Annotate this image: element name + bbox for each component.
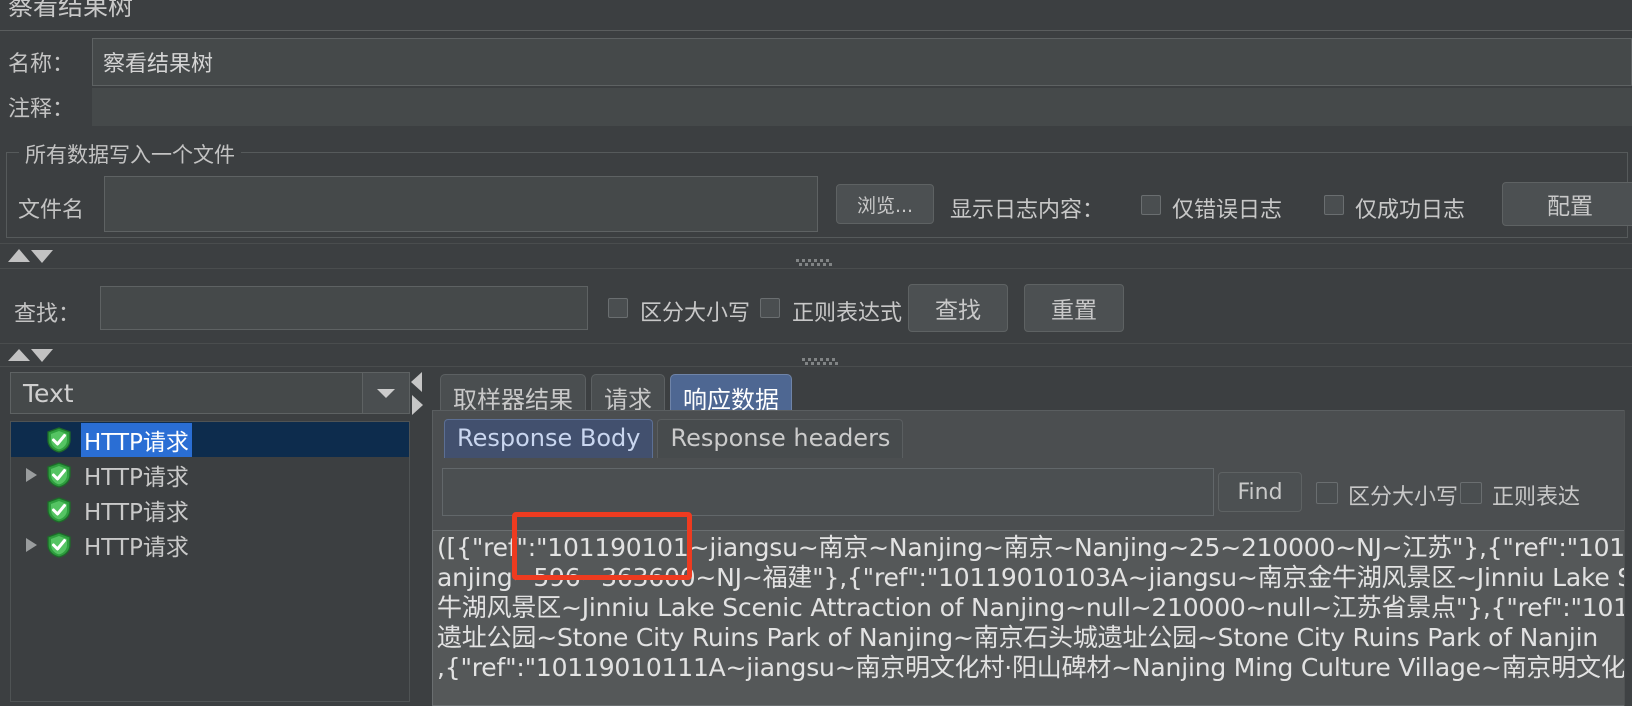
- tree-node-label: HTTP请求: [81, 422, 192, 457]
- tree-node-label: HTTP请求: [84, 534, 189, 561]
- splitter-middle-arrows[interactable]: [6, 346, 54, 364]
- tree-node-label: HTTP请求: [84, 464, 189, 491]
- tab-response-body[interactable]: Response Body: [444, 419, 654, 458]
- page-title: 察看结果树: [0, 0, 1632, 30]
- triangle-right-icon[interactable]: [17, 466, 45, 484]
- response-find-button[interactable]: Find: [1218, 472, 1302, 512]
- response-body-line: anjing~596~363600~NJ~福建"},{"ref":"101190…: [437, 563, 1631, 592]
- find-button[interactable]: 查找: [908, 284, 1008, 332]
- errors-only-label[interactable]: 仅错误日志: [1172, 192, 1282, 224]
- response-scrollbar[interactable]: [1624, 410, 1632, 706]
- response-body-text[interactable]: ([{"ref":"101190101~jiangsu~南京~Nanjing~南…: [432, 530, 1632, 706]
- tree-node-http-request-3[interactable]: HTTP请求: [11, 492, 409, 527]
- green-shield-check-icon: [45, 531, 73, 559]
- green-shield-check-icon: [45, 461, 73, 489]
- tree-node-http-request-1[interactable]: HTTP请求: [11, 422, 409, 457]
- find-case-sensitive-label[interactable]: 区分大小写: [640, 295, 750, 327]
- find-label: 查找：: [14, 302, 81, 327]
- comment-input[interactable]: [92, 88, 1632, 126]
- renderer-select-value: Text: [23, 378, 74, 408]
- success-only-label[interactable]: 仅成功日志: [1355, 192, 1465, 224]
- comment-label: 注释：: [8, 97, 75, 122]
- find-case-sensitive-checkbox[interactable]: [608, 298, 628, 318]
- filename-input[interactable]: [104, 176, 818, 232]
- panel-collapse-left-icon[interactable]: [410, 370, 424, 418]
- tab-response-headers[interactable]: Response headers: [657, 419, 904, 458]
- view-results-tree-panel: 察看结果树 名称： 察看结果树 注释： 所有数据写入一个文件 文件名 浏览...…: [0, 0, 1632, 706]
- response-case-sensitive-checkbox[interactable]: [1316, 482, 1338, 504]
- response-regex-checkbox[interactable]: [1460, 482, 1482, 504]
- splitter-top[interactable]: [0, 243, 1632, 269]
- response-body-line: ,{"ref":"10119010111A~jiangsu~南京明文化村·阳山碑…: [437, 653, 1626, 682]
- response-body-line: 遗址公园~Stone City Ruins Park of Nanjing~南京…: [437, 623, 1599, 652]
- name-row: 名称： 察看结果树: [0, 38, 1632, 86]
- find-regex-label[interactable]: 正则表达式: [792, 295, 902, 327]
- green-shield-check-icon: [45, 496, 73, 524]
- browse-button[interactable]: 浏览...: [836, 184, 934, 224]
- find-regex-checkbox[interactable]: [760, 298, 780, 318]
- title-divider: [0, 30, 1632, 31]
- splitter-top-grip[interactable]: [796, 252, 836, 266]
- errors-only-checkbox[interactable]: [1141, 195, 1161, 215]
- chevron-down-icon[interactable]: [362, 373, 409, 413]
- reset-button[interactable]: 重置: [1024, 284, 1124, 332]
- response-body-line: 牛湖风景区~Jinniu Lake Scenic Attraction of N…: [437, 593, 1629, 622]
- splitter-middle[interactable]: [0, 343, 1632, 367]
- triangle-right-icon[interactable]: [17, 536, 45, 554]
- response-body-line: ([{"ref":"101190101~jiangsu~南京~Nanjing~南…: [437, 533, 1631, 562]
- page-title-text: 察看结果树: [8, 0, 134, 21]
- success-only-checkbox[interactable]: [1324, 195, 1344, 215]
- response-regex-label[interactable]: 正则表达: [1492, 479, 1580, 511]
- green-shield-check-icon: [45, 426, 73, 454]
- renderer-select[interactable]: Text: [10, 372, 410, 414]
- tree-node-http-request-2[interactable]: HTTP请求: [11, 457, 409, 492]
- write-all-data-legend: 所有数据写入一个文件: [19, 139, 241, 169]
- show-log-content-label: 显示日志内容：: [950, 198, 1105, 223]
- response-subtabs[interactable]: Response Body Response headers: [444, 419, 907, 458]
- name-label: 名称：: [8, 52, 75, 77]
- results-tree[interactable]: HTTP请求 HTTP请求 HTTP请求 HTTP请求: [10, 421, 410, 702]
- filename-label: 文件名: [18, 198, 85, 223]
- tree-node-http-request-4[interactable]: HTTP请求: [11, 527, 409, 562]
- splitter-middle-grip[interactable]: [802, 351, 842, 365]
- response-search-input[interactable]: [442, 468, 1214, 516]
- tree-node-label: HTTP请求: [84, 499, 189, 526]
- find-input[interactable]: [100, 286, 588, 330]
- configure-button[interactable]: 配置: [1502, 182, 1632, 226]
- name-input[interactable]: 察看结果树: [92, 38, 1632, 86]
- splitter-top-arrows[interactable]: [6, 246, 54, 266]
- response-case-sensitive-label[interactable]: 区分大小写: [1348, 479, 1458, 511]
- comment-row: 注释：: [0, 88, 1632, 126]
